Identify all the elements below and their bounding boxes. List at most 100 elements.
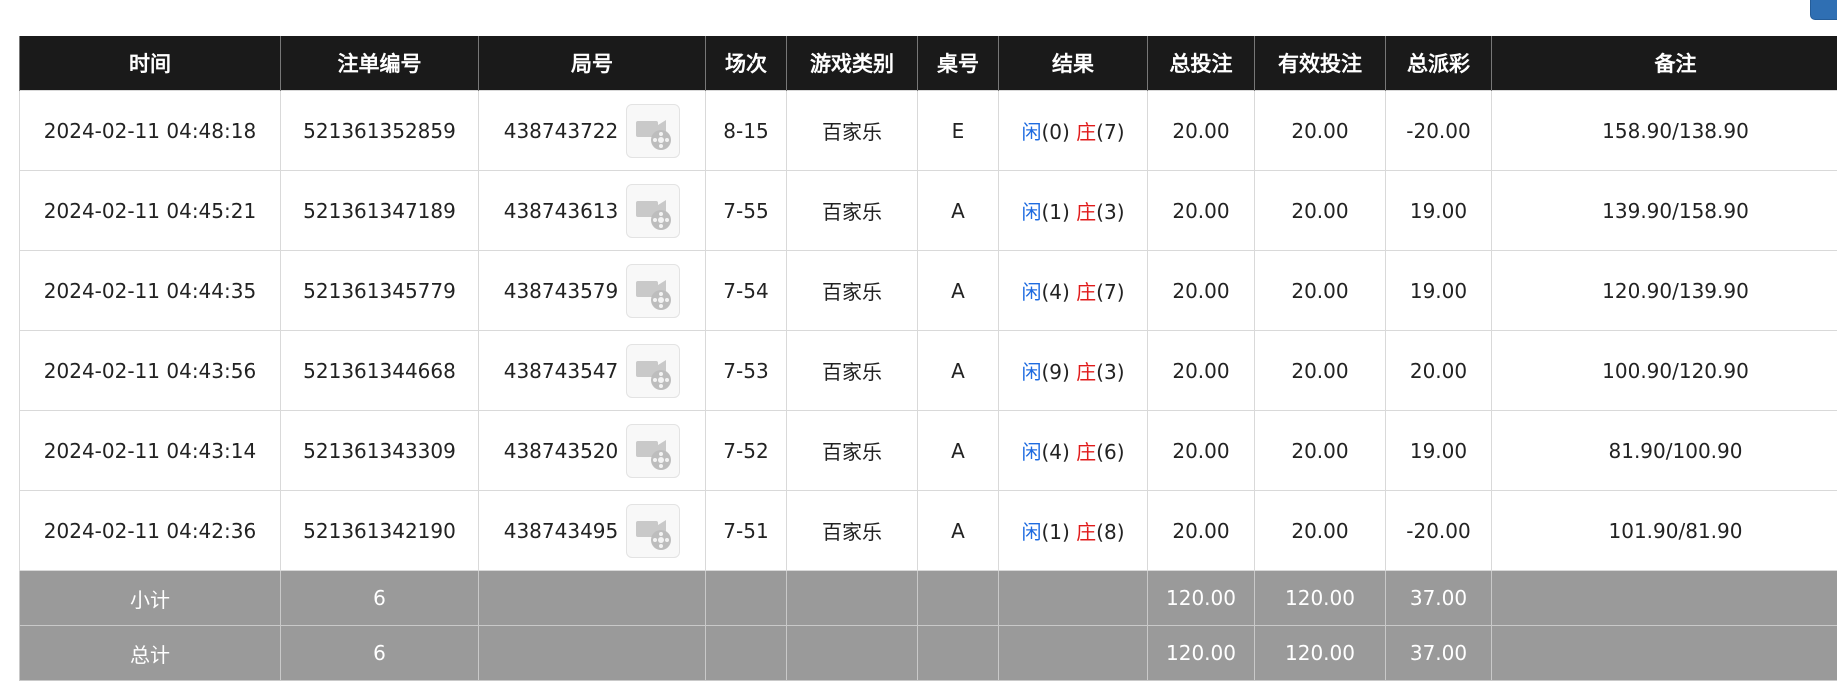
cell-shoe-hand: 7-53 bbox=[705, 330, 787, 411]
cell-remark: 100.90/120.90 bbox=[1491, 330, 1837, 411]
header-remark: 备注 bbox=[1491, 36, 1837, 91]
player-score: (1) bbox=[1041, 520, 1070, 544]
subtotal-label: 小计 bbox=[19, 570, 281, 626]
cell-total-bet: 20.00 bbox=[1147, 330, 1255, 411]
banker-score: (3) bbox=[1096, 360, 1125, 384]
cell-remark: 120.90/139.90 bbox=[1491, 250, 1837, 331]
cell-bet-id: 521361352859 bbox=[280, 90, 479, 171]
cell-round-no: 438743520 bbox=[478, 410, 706, 491]
table-row: 2024-02-11 04:43:56 521361344668 4387435… bbox=[19, 330, 1837, 411]
table-row: 2024-02-11 04:42:36 521361342190 4387434… bbox=[19, 490, 1837, 571]
subtotal-row: 小计 6 120.00 120.00 37.00 bbox=[19, 570, 1837, 626]
cell-shoe-hand: 7-55 bbox=[705, 170, 787, 251]
cell-valid-bet: 20.00 bbox=[1254, 90, 1386, 171]
cell-bet-id: 521361345779 bbox=[280, 250, 479, 331]
cell-valid-bet: 20.00 bbox=[1254, 250, 1386, 331]
cell-bet-id: 521361342190 bbox=[280, 490, 479, 571]
player-label: 闲 bbox=[1021, 200, 1042, 224]
cell-game-type: 百家乐 bbox=[786, 330, 918, 411]
cell-table-no: A bbox=[917, 170, 999, 251]
empty-cell bbox=[917, 625, 999, 681]
video-replay-icon[interactable] bbox=[626, 503, 681, 558]
cell-game-type: 百家乐 bbox=[786, 410, 918, 491]
header-total-bet: 总投注 bbox=[1147, 36, 1255, 91]
cell-table-no: A bbox=[917, 330, 999, 411]
cell-time: 2024-02-11 04:45:21 bbox=[19, 170, 281, 251]
cell-valid-bet: 20.00 bbox=[1254, 410, 1386, 491]
cell-total-bet: 20.00 bbox=[1147, 490, 1255, 571]
subtotal-count: 6 bbox=[280, 570, 479, 626]
cell-valid-bet: 20.00 bbox=[1254, 490, 1386, 571]
cell-bet-id: 521361344668 bbox=[280, 330, 479, 411]
table-body: 2024-02-11 04:48:18 521361352859 4387437… bbox=[19, 90, 1837, 571]
cell-shoe-hand: 7-52 bbox=[705, 410, 787, 491]
corner-action-button[interactable] bbox=[1810, 0, 1837, 20]
subtotal-valid-bet: 120.00 bbox=[1254, 570, 1386, 626]
cell-game-type: 百家乐 bbox=[786, 90, 918, 171]
cell-table-no: A bbox=[917, 410, 999, 491]
round-number: 438743579 bbox=[503, 278, 619, 303]
cell-result: 闲(4) 庄(6) bbox=[998, 410, 1148, 491]
cell-valid-bet: 20.00 bbox=[1254, 330, 1386, 411]
cell-round-no: 438743613 bbox=[478, 170, 706, 251]
cell-total-payout: -20.00 bbox=[1385, 90, 1492, 171]
cell-time: 2024-02-11 04:42:36 bbox=[19, 490, 281, 571]
header-result: 结果 bbox=[998, 36, 1148, 91]
banker-label: 庄 bbox=[1076, 200, 1097, 224]
player-label: 闲 bbox=[1021, 280, 1042, 304]
player-score: (1) bbox=[1041, 200, 1070, 224]
video-replay-icon[interactable] bbox=[626, 103, 681, 158]
empty-cell bbox=[917, 570, 999, 626]
cell-total-bet: 20.00 bbox=[1147, 90, 1255, 171]
video-replay-icon[interactable] bbox=[626, 343, 681, 398]
banker-label: 庄 bbox=[1076, 120, 1097, 144]
cell-total-bet: 20.00 bbox=[1147, 250, 1255, 331]
round-number: 438743722 bbox=[503, 118, 619, 143]
cell-round-no: 438743495 bbox=[478, 490, 706, 571]
cell-total-payout: 19.00 bbox=[1385, 410, 1492, 491]
cell-remark: 139.90/158.90 bbox=[1491, 170, 1837, 251]
video-replay-icon[interactable] bbox=[626, 263, 681, 318]
subtotal-total-bet: 120.00 bbox=[1147, 570, 1255, 626]
cell-time: 2024-02-11 04:48:18 bbox=[19, 90, 281, 171]
cell-remark: 81.90/100.90 bbox=[1491, 410, 1837, 491]
table-row: 2024-02-11 04:44:35 521361345779 4387435… bbox=[19, 250, 1837, 331]
player-label: 闲 bbox=[1021, 360, 1042, 384]
header-valid-bet: 有效投注 bbox=[1254, 36, 1386, 91]
cell-result: 闲(9) 庄(3) bbox=[998, 330, 1148, 411]
banker-score: (6) bbox=[1096, 440, 1125, 464]
cell-total-payout: 19.00 bbox=[1385, 170, 1492, 251]
video-replay-icon[interactable] bbox=[626, 423, 681, 478]
cell-time: 2024-02-11 04:43:14 bbox=[19, 410, 281, 491]
video-replay-icon[interactable] bbox=[626, 183, 681, 238]
cell-bet-id: 521361347189 bbox=[280, 170, 479, 251]
grand-total-label: 总计 bbox=[19, 625, 281, 681]
banker-score: (8) bbox=[1096, 520, 1125, 544]
table-row: 2024-02-11 04:43:14 521361343309 4387435… bbox=[19, 410, 1837, 491]
cell-remark: 101.90/81.90 bbox=[1491, 490, 1837, 571]
header-total-payout: 总派彩 bbox=[1385, 36, 1492, 91]
round-number: 438743520 bbox=[503, 438, 619, 463]
banker-score: (3) bbox=[1096, 200, 1125, 224]
table-row: 2024-02-11 04:48:18 521361352859 4387437… bbox=[19, 90, 1837, 171]
empty-cell bbox=[705, 625, 787, 681]
cell-time: 2024-02-11 04:44:35 bbox=[19, 250, 281, 331]
round-number: 438743547 bbox=[503, 358, 619, 383]
cell-result: 闲(0) 庄(7) bbox=[998, 90, 1148, 171]
cell-result: 闲(4) 庄(7) bbox=[998, 250, 1148, 331]
cell-time: 2024-02-11 04:43:56 bbox=[19, 330, 281, 411]
empty-cell bbox=[786, 570, 918, 626]
cell-shoe-hand: 7-54 bbox=[705, 250, 787, 331]
banker-score: (7) bbox=[1096, 280, 1125, 304]
cell-game-type: 百家乐 bbox=[786, 490, 918, 571]
cell-shoe-hand: 8-15 bbox=[705, 90, 787, 171]
cell-game-type: 百家乐 bbox=[786, 170, 918, 251]
player-score: (4) bbox=[1041, 440, 1070, 464]
header-shoe-hand: 场次 bbox=[705, 36, 787, 91]
banker-label: 庄 bbox=[1076, 280, 1097, 304]
empty-cell bbox=[478, 570, 706, 626]
player-label: 闲 bbox=[1021, 120, 1042, 144]
cell-remark: 158.90/138.90 bbox=[1491, 90, 1837, 171]
cell-valid-bet: 20.00 bbox=[1254, 170, 1386, 251]
table-header-row: 时间 注单编号 局号 场次 游戏类别 桌号 结果 总投注 有效投注 总派彩 备注 bbox=[19, 36, 1837, 91]
